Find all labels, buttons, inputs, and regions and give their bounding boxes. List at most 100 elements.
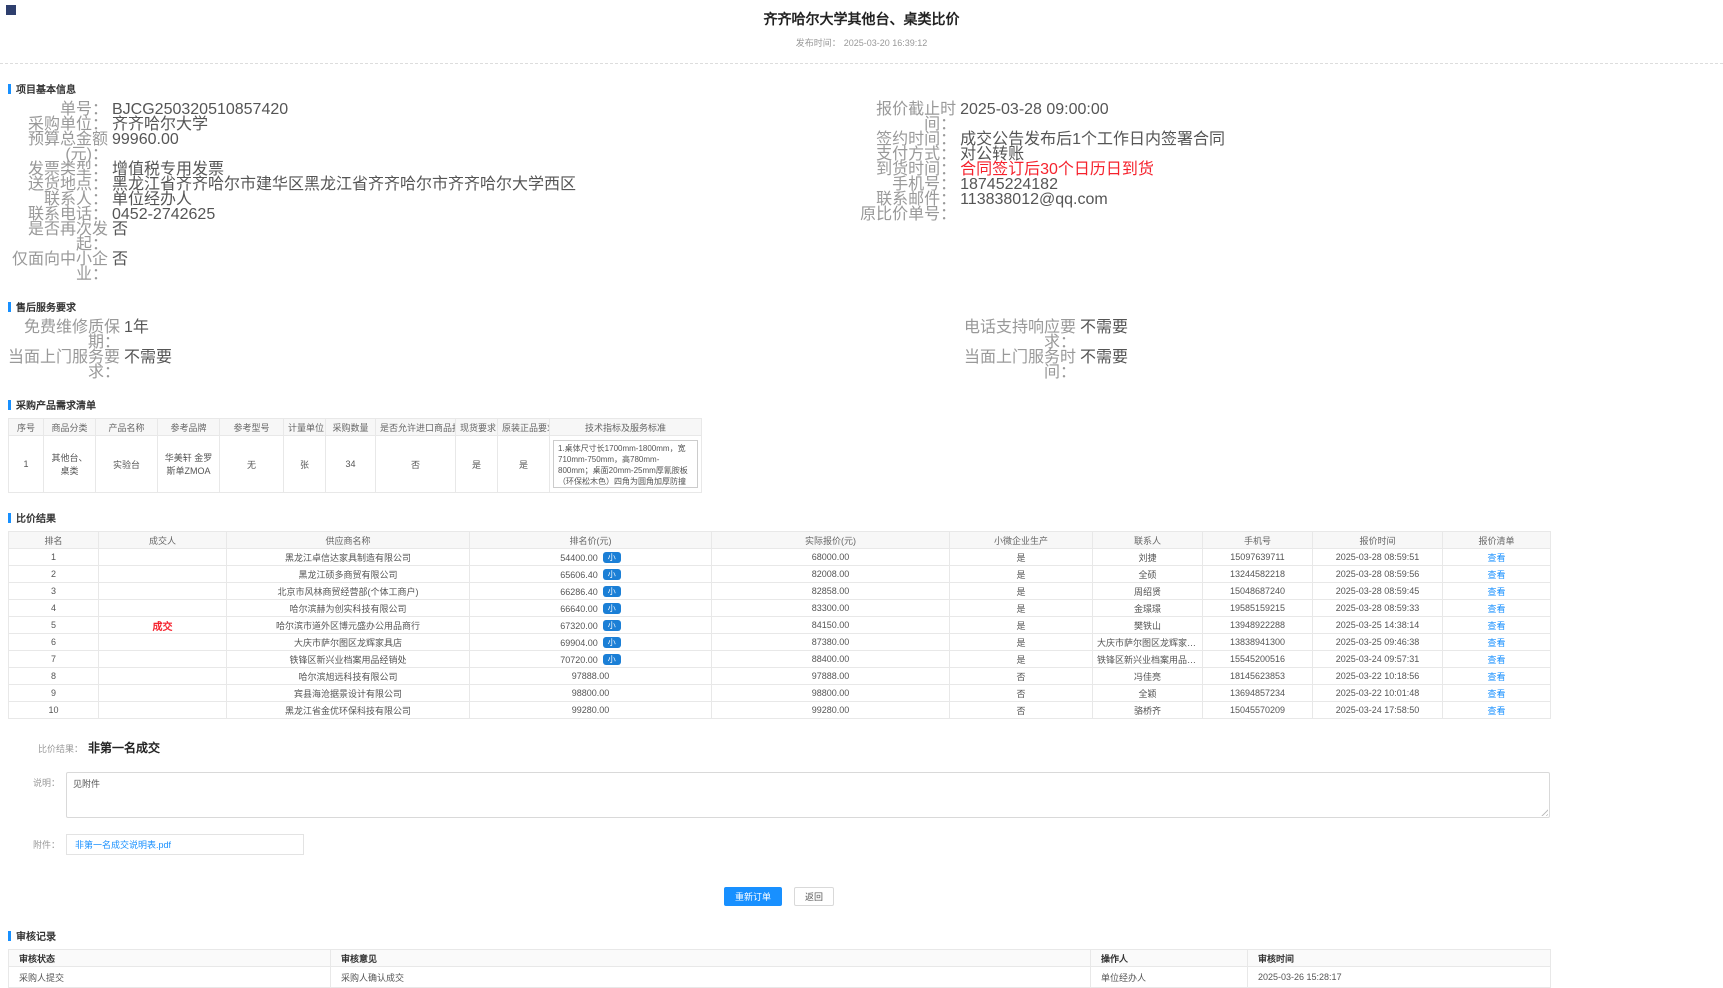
column-header: 计量单位	[284, 419, 326, 436]
actual-price-cell: 82008.00	[712, 566, 950, 583]
view-quotation-link[interactable]: 查看	[1487, 587, 1505, 597]
rank-price-cell: 98800.00	[470, 685, 712, 702]
info-row: 当面上门服务要求：不需要	[8, 350, 964, 380]
back-button[interactable]: 返回	[794, 887, 834, 906]
remark-row: 说明： 见附件	[8, 772, 1550, 818]
field-value: 增值税专用发票	[112, 162, 224, 177]
column-header: 排名	[9, 532, 99, 549]
rank-cell: 1	[9, 549, 99, 566]
table-row: 1黑龙江卓信达家具制造有限公司54400.00小68000.00是刘捷15097…	[9, 549, 1551, 566]
product-spec-textarea[interactable]: 1.桌体尺寸长1700mm-1800mm，宽710mm-750mm，高780mm…	[553, 440, 698, 488]
product-brand: 华美轩 金罗斯单ZMOA	[158, 436, 220, 493]
phone-cell: 18145623853	[1203, 668, 1313, 685]
field-value: 99960.00	[112, 132, 179, 162]
view-quotation-link[interactable]: 查看	[1487, 604, 1505, 614]
small-enterprise-badge: 小	[603, 552, 621, 563]
table-header-row: 排名成交人供应商名称排名价(元)实际报价(元)小微企业生产联系人手机号报价时间报…	[9, 532, 1551, 549]
small-enterprise-badge: 小	[603, 569, 621, 580]
info-row: 仅面向中小企业：否	[8, 252, 856, 282]
info-row: 签约时间：成交公告发布后1个工作日内签署合同	[856, 132, 1550, 147]
compare-result-line: 比价结果： 非第一名成交	[38, 739, 1550, 756]
field-value: 齐齐哈尔大学	[112, 117, 208, 132]
field-label: 预算总金额(元)：	[8, 132, 108, 162]
product-genuine-required: 是	[498, 436, 550, 493]
product-quantity: 34	[326, 436, 376, 493]
view-cell: 查看	[1443, 668, 1551, 685]
column-header: 技术指标及服务标准	[550, 419, 702, 436]
audit-operator-cell: 单位经办人	[1091, 967, 1248, 988]
column-header: 操作人	[1091, 950, 1248, 967]
view-quotation-link[interactable]: 查看	[1487, 706, 1505, 716]
service-right-column: 电话支持响应要求：不需要当面上门服务时间：不需要	[964, 320, 1550, 380]
table-row: 采购人提交采购人确认成交单位经办人2025-03-26 15:28:17	[9, 967, 1551, 988]
remark-label: 说明：	[8, 772, 60, 818]
field-label: 电话支持响应要求：	[964, 320, 1076, 350]
header-divider	[0, 63, 1723, 64]
basic-info-grid: 单号：BJCG250320510857420采购单位：齐齐哈尔大学预算总金额(元…	[8, 102, 1550, 282]
phone-cell: 15045570209	[1203, 702, 1313, 719]
product-model: 无	[220, 436, 284, 493]
column-header: 产品名称	[96, 419, 158, 436]
deal-cell	[99, 566, 227, 583]
product-category: 其他台、桌类	[44, 436, 96, 493]
actual-price-cell: 83300.00	[712, 600, 950, 617]
supplier-cell: 铁锋区新兴业档案用品经销处	[227, 651, 470, 668]
attachment-link[interactable]: 非第一名成交说明表.pdf	[75, 838, 171, 851]
small-enterprise-badge: 小	[603, 620, 621, 631]
field-value: 0452-2742625	[112, 207, 215, 222]
supplier-cell: 宾县海沧据景设计有限公司	[227, 685, 470, 702]
view-quotation-link[interactable]: 查看	[1487, 638, 1505, 648]
deal-cell	[99, 634, 227, 651]
field-label: 是否再次发起：	[8, 222, 108, 252]
field-value: 不需要	[1080, 350, 1128, 380]
reorder-button[interactable]: 重新订单	[724, 887, 782, 906]
view-quotation-link[interactable]: 查看	[1487, 553, 1505, 563]
small-enterprise-badge: 小	[603, 637, 621, 648]
quote-time-cell: 2025-03-22 10:01:48	[1313, 685, 1443, 702]
phone-cell: 13244582218	[1203, 566, 1313, 583]
rank-price-cell: 69904.00小	[470, 634, 712, 651]
rank-price-cell: 65606.40小	[470, 566, 712, 583]
view-quotation-link[interactable]: 查看	[1487, 621, 1505, 631]
view-quotation-link[interactable]: 查看	[1487, 570, 1505, 580]
small-company-cell: 否	[950, 702, 1093, 719]
field-label: 采购单位：	[8, 117, 108, 132]
field-label: 当面上门服务时间：	[964, 350, 1076, 380]
publish-time-value: 2025-03-20 16:39:12	[844, 38, 928, 48]
view-quotation-link[interactable]: 查看	[1487, 689, 1505, 699]
small-company-cell: 是	[950, 634, 1093, 651]
attachment-label: 附件：	[8, 834, 60, 855]
small-enterprise-badge: 小	[603, 654, 621, 665]
phone-cell: 13948922288	[1203, 617, 1313, 634]
view-cell: 查看	[1443, 566, 1551, 583]
product-spec-cell: 1.桌体尺寸长1700mm-1800mm，宽710mm-750mm，高780mm…	[550, 436, 702, 493]
view-quotation-link[interactable]: 查看	[1487, 655, 1505, 665]
info-row: 到货时间：合同签订后30个日历日到货	[856, 162, 1550, 177]
audit-opinion-cell: 采购人确认成交	[331, 967, 1091, 988]
column-header: 报价清单	[1443, 532, 1551, 549]
section-after-sale-service: 售后服务要求 免费维修质保期：1年当面上门服务要求：不需要 电话支持响应要求：不…	[8, 299, 1550, 380]
view-quotation-link[interactable]: 查看	[1487, 672, 1505, 682]
supplier-cell: 黑龙江硕多商贸有限公司	[227, 566, 470, 583]
field-label: 签约时间：	[856, 132, 956, 147]
column-header: 实际报价(元)	[712, 532, 950, 549]
field-label: 送货地点：	[8, 177, 108, 192]
table-row: 6大庆市萨尔图区龙辉家具店69904.00小87380.00是大庆市萨尔图区龙辉…	[9, 634, 1551, 651]
column-header: 审核时间	[1248, 950, 1551, 967]
field-label: 免费维修质保期：	[8, 320, 120, 350]
remark-textarea[interactable]: 见附件	[66, 772, 1550, 818]
column-header: 报价时间	[1313, 532, 1443, 549]
product-stock-required: 是	[456, 436, 498, 493]
quote-time-cell: 2025-03-28 08:59:56	[1313, 566, 1443, 583]
column-header: 小微企业生产	[950, 532, 1093, 549]
table-row: 4哈尔滨赫为创实科技有限公司66640.00小83300.00是金璟璟19585…	[9, 600, 1551, 617]
resize-handle-icon[interactable]	[1539, 807, 1548, 816]
product-import-allowed: 否	[376, 436, 456, 493]
quote-time-cell: 2025-03-25 09:46:38	[1313, 634, 1443, 651]
section-basic-info: 项目基本信息 单号：BJCG250320510857420采购单位：齐齐哈尔大学…	[8, 81, 1550, 282]
supplier-cell: 哈尔滨赫为创实科技有限公司	[227, 600, 470, 617]
actual-price-cell: 99280.00	[712, 702, 950, 719]
contact-cell: 大庆市萨尔图区龙辉家具店	[1093, 634, 1203, 651]
info-row: 支付方式：对公转账	[856, 147, 1550, 162]
contact-cell: 全颖	[1093, 685, 1203, 702]
